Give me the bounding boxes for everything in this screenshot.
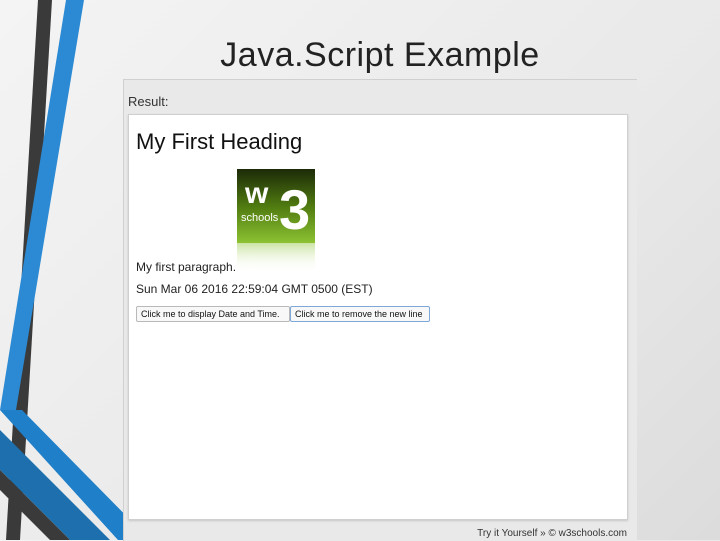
first-paragraph: My first paragraph.: [136, 260, 237, 274]
remove-line-button[interactable]: Click me to remove the new line: [290, 306, 430, 322]
display-date-button[interactable]: Click me to display Date and Time.: [136, 306, 290, 322]
page-heading: My First Heading: [136, 129, 303, 154]
result-frame: My First Heading w 3 schools My first pa…: [128, 114, 628, 520]
result-label: Result:: [128, 94, 169, 109]
footer-credit[interactable]: Try it Yourself » © w3schools.com: [477, 528, 627, 539]
date-time-output: Sun Mar 06 2016 22:59:04 GMT 0500 (EST): [136, 282, 373, 296]
screenshot-panel: Result: My First Heading w 3 schools My: [123, 79, 637, 541]
logo-w-text: w: [244, 177, 269, 210]
slide-title: Java.Script Example: [220, 36, 540, 74]
logo-schools-text: schools: [241, 212, 279, 224]
logo-3-text: 3: [279, 178, 310, 241]
w3schools-logo: w 3 schools: [237, 169, 315, 273]
